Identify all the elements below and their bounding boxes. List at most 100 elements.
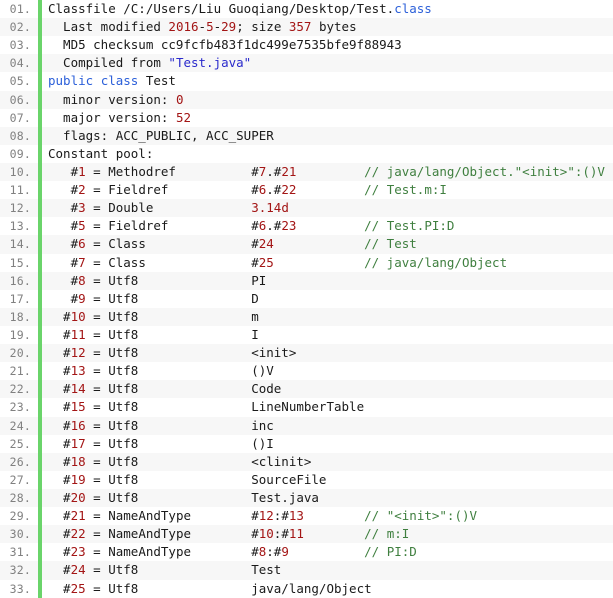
code-line[interactable]: 04. Compiled from "Test.java" <box>0 54 613 73</box>
code-line[interactable]: 12. #3 = Double 3.14d <box>0 199 613 218</box>
token-str: "Test.java" <box>168 55 252 71</box>
code-line[interactable]: 31. #23 = NameAndType #8:#9 // PI:D <box>0 543 613 562</box>
token-num: 2016 <box>168 19 199 35</box>
code-line[interactable]: 33. #25 = Utf8 java/lang/Object <box>0 579 613 598</box>
token-num: 23 <box>281 218 297 234</box>
line-number: 09. <box>9 146 31 161</box>
line-number: 13. <box>9 219 31 234</box>
token-num: 24 <box>70 562 86 578</box>
line-number: 32. <box>9 563 31 578</box>
token-plain: = Utf8 <clinit> <box>85 453 312 469</box>
code-line[interactable]: 27. #19 = Utf8 SourceFile <box>0 470 613 489</box>
code-text: #10 = Utf8 m <box>48 308 259 326</box>
code-line[interactable]: 10. #1 = Methodref #7.#21 // java/lang/O… <box>0 162 613 182</box>
code-text: #22 = NameAndType #10:#11 // m:I <box>48 525 409 543</box>
code-line[interactable]: 21. #13 = Utf8 ()V <box>0 362 613 381</box>
token-num: 15 <box>70 399 86 415</box>
code-line[interactable]: 19. #11 = Utf8 I <box>0 325 613 345</box>
token-num: 2 <box>78 182 86 198</box>
token-plain: # <box>48 254 79 270</box>
token-cmt: // java/lang/Object <box>364 254 508 270</box>
code-line[interactable]: 07. major version: 52 <box>0 108 613 127</box>
line-number: 29. <box>9 509 31 524</box>
token-num: 11 <box>70 326 86 342</box>
code-text: MD5 checksum cc9fcfb483f1dc499e7535bfe9f… <box>48 36 402 54</box>
code-line[interactable]: 01. Classfile /C:/Users/Liu Guoqiang/Desk… <box>0 0 613 19</box>
code-line[interactable]: 03. MD5 checksum cc9fcfb483f1dc499e7535b… <box>0 36 613 55</box>
code-line[interactable]: 22. #14 = Utf8 Code <box>0 380 613 399</box>
token-num: 10 <box>258 526 274 542</box>
code-text: #14 = Utf8 Code <box>48 380 281 398</box>
code-line[interactable]: 17. #9 = Utf8 D <box>0 289 613 308</box>
code-line[interactable]: 09. Constant pool: <box>0 144 613 163</box>
code-text: #24 = Utf8 Test <box>48 561 281 579</box>
token-plain: - <box>213 19 222 35</box>
code-line[interactable]: 20. #12 = Utf8 <init> <box>0 344 613 363</box>
token-num: 16 <box>70 417 86 433</box>
token-plain: # <box>48 290 79 306</box>
code-line[interactable]: 13. #5 = Fieldref #6.#23 // Test.PI:D <box>0 217 613 236</box>
code-line[interactable]: 32. #24 = Utf8 Test <box>0 561 613 580</box>
token-num: 7 <box>78 254 86 270</box>
code-text: #5 = Fieldref #6.#23 // Test.PI:D <box>48 217 455 235</box>
token-plain: = Utf8 java/lang/Object <box>85 580 372 596</box>
token-plain: # <box>48 308 71 324</box>
line-number: 07. <box>9 110 31 125</box>
code-line[interactable]: 16. #8 = Utf8 PI <box>0 271 613 290</box>
code-text: #8 = Utf8 PI <box>48 272 267 290</box>
token-plain: # <box>48 200 79 216</box>
code-text: major version: 52 <box>48 109 191 127</box>
token-num: 25 <box>70 580 86 596</box>
token-plain: major version: <box>48 109 176 125</box>
code-text: public class Test <box>48 72 176 90</box>
token-cmt: // PI:D <box>364 544 417 560</box>
code-text: #11 = Utf8 I <box>48 326 259 344</box>
code-line[interactable]: 28. #20 = Utf8 Test.java <box>0 488 613 508</box>
code-rows-container: 01. Classfile /C:/Users/Liu Guoqiang/Desk… <box>0 0 613 598</box>
token-plain: = Fieldref # <box>85 218 259 234</box>
token-plain: :# <box>273 508 289 524</box>
line-number: 24. <box>9 418 31 433</box>
code-line[interactable]: 05. public class Test <box>0 72 613 91</box>
code-listing[interactable]: 01. Classfile /C:/Users/Liu Guoqiang/Desk… <box>0 0 613 598</box>
token-num: 20 <box>70 489 86 505</box>
token-plain: :# <box>273 526 289 542</box>
token-plain: # <box>48 399 71 415</box>
token-plain: # <box>48 182 79 198</box>
token-num: 3.14d <box>251 200 289 216</box>
code-line[interactable]: 06. minor version: 0 <box>0 90 613 109</box>
code-text: #16 = Utf8 inc <box>48 417 274 435</box>
code-text: Constant pool: <box>48 145 153 163</box>
code-line[interactable]: 18. #10 = Utf8 m <box>0 307 613 326</box>
token-cmt: // Test <box>364 236 417 252</box>
token-num: 3 <box>78 200 86 216</box>
line-number: 14. <box>9 237 31 252</box>
token-num: 22 <box>70 526 86 542</box>
token-num: 22 <box>281 182 297 198</box>
token-plain: = Utf8 PI <box>85 272 267 288</box>
token-kw: public <box>48 73 94 89</box>
line-number: 20. <box>9 346 31 361</box>
code-line[interactable]: 02. Last modified 2016-5-29; size 357 by… <box>0 18 613 37</box>
code-line[interactable]: 29. #21 = NameAndType #12:#13 // "<init>… <box>0 507 613 526</box>
code-line[interactable]: 23. #15 = Utf8 LineNumberTable <box>0 398 613 417</box>
code-line[interactable]: 11. #2 = Fieldref #6.#22 // Test.m:I <box>0 181 613 200</box>
token-num: 5 <box>206 19 214 35</box>
token-plain: # <box>48 381 71 397</box>
token-plain: Last modified <box>48 19 169 35</box>
code-line[interactable]: 30. #22 = NameAndType #10:#11 // m:I <box>0 525 613 544</box>
code-line[interactable]: 08. flags: ACC_PUBLIC, ACC_SUPER <box>0 126 613 145</box>
code-line[interactable]: 15. #7 = Class #25 // java/lang/Object <box>0 253 613 272</box>
token-num: 24 <box>258 236 274 252</box>
code-text: minor version: 0 <box>48 91 183 109</box>
code-line[interactable]: 14. #6 = Class #24 // Test <box>0 235 613 254</box>
code-line[interactable]: 25. #17 = Utf8 ()I <box>0 434 613 453</box>
code-text: #19 = Utf8 SourceFile <box>48 471 326 489</box>
code-line[interactable]: 24. #16 = Utf8 inc <box>0 416 613 435</box>
token-plain: = Class # <box>85 254 259 270</box>
token-cmt: // "<init>":()V <box>364 508 478 524</box>
code-line[interactable]: 26. #18 = Utf8 <clinit> <box>0 452 613 471</box>
line-number: 10. <box>9 164 31 179</box>
token-plain: # <box>48 236 79 252</box>
